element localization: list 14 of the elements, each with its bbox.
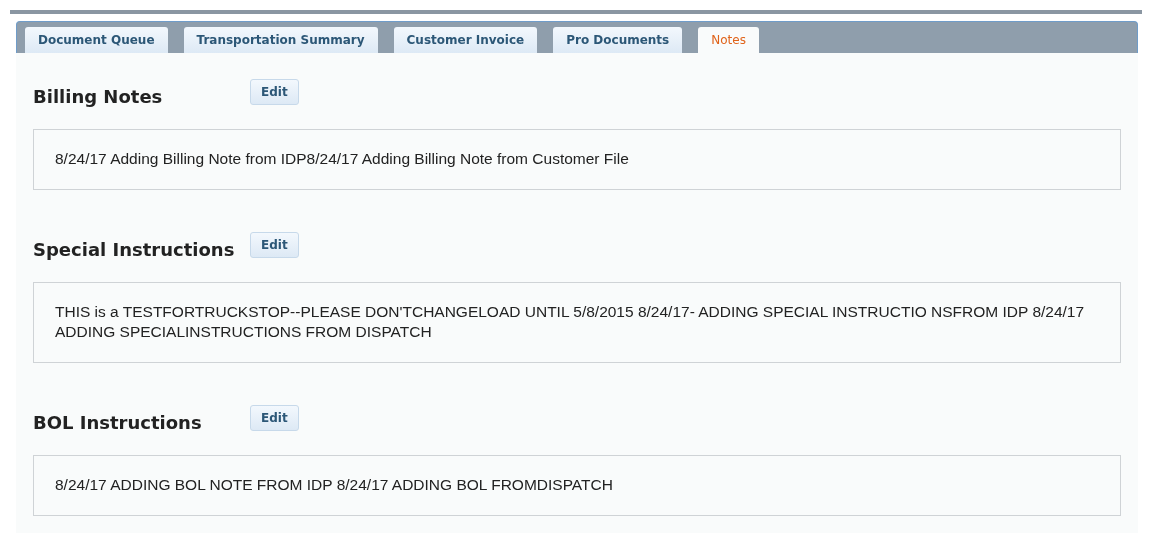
edit-button[interactable]: Edit bbox=[250, 232, 299, 258]
edit-button[interactable]: Edit bbox=[250, 79, 299, 105]
note-text: 8/24/17 Adding Billing Note from IDP8/24/17 Adding Billing Note from Customer File bbox=[33, 129, 1121, 190]
tab[interactable]: Customer Invoice bbox=[393, 27, 538, 53]
note-text: THIS is a TESTFORTRUCKSTOP--PLEASE DON'TCHANGELOAD UNTIL 5/8/2015 8/24/17- ADDING SPECIAL INSTRUCTIO NSFROM IDP 8/24/17 ADDING SPECIALINSTRUCTIONS FROM DISPATCH bbox=[33, 282, 1121, 363]
section-title: Billing Notes bbox=[33, 85, 164, 107]
edit-button[interactable]: Edit bbox=[250, 405, 299, 431]
tab[interactable]: Transportation Summary bbox=[183, 27, 378, 53]
section-title: Special Instructions bbox=[33, 238, 236, 260]
tab[interactable]: Notes bbox=[698, 27, 759, 53]
tab[interactable]: Pro Documents bbox=[553, 27, 683, 53]
tab[interactable]: Document Queue bbox=[25, 27, 168, 53]
note-text: 8/24/17 ADDING BOL NOTE FROM IDP 8/24/17 ADDING BOL FROMDISPATCH bbox=[33, 455, 1121, 516]
section-title: BOL Instructions bbox=[33, 411, 203, 433]
